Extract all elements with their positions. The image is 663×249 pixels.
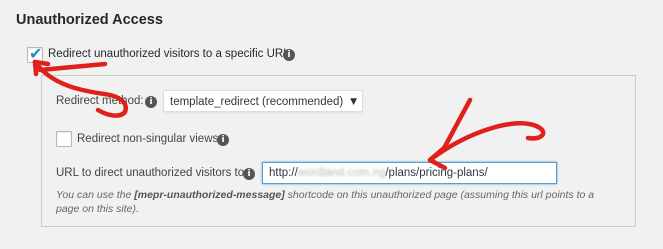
info-icon[interactable]: i — [145, 96, 157, 108]
unauthorized-url-input[interactable]: http://wordland.com.ng/plans/pricing-pla… — [262, 162, 557, 184]
url-suffix: /plans/pricing-plans/ — [385, 167, 488, 179]
shortcode-text: [mepr-unauthorized-message] — [134, 189, 285, 201]
chevron-down-icon: ▼ — [350, 97, 357, 107]
redirect-unauthorized-checkbox[interactable]: ✔ — [27, 44, 43, 63]
info-icon[interactable]: i — [217, 134, 229, 146]
help-text-before: You can use the — [56, 189, 135, 201]
info-icon[interactable]: i — [283, 49, 295, 61]
redirect-non-singular-label: Redirect non-singular views: — [77, 133, 222, 145]
redirect-method-select[interactable]: template_redirect (recommended) ▼ — [163, 90, 363, 112]
section-title: Unauthorized Access — [16, 12, 163, 28]
check-icon: ✔ — [29, 44, 43, 63]
url-blurred-domain: wordland.com.ng — [297, 167, 386, 179]
redirect-unauthorized-label: Redirect unauthorized visitors to a spec… — [48, 48, 290, 60]
info-icon[interactable]: i — [243, 168, 255, 180]
url-field-label: URL to direct unauthorized visitors to: — [56, 167, 248, 179]
redirect-non-singular-checkbox[interactable] — [56, 131, 72, 147]
redirect-method-label: Redirect method: — [56, 95, 144, 107]
url-prefix: http:// — [269, 167, 298, 179]
redirect-method-value: template_redirect (recommended) — [170, 96, 344, 108]
url-help-text: You can use the [mepr-unauthorized-messa… — [56, 188, 601, 216]
